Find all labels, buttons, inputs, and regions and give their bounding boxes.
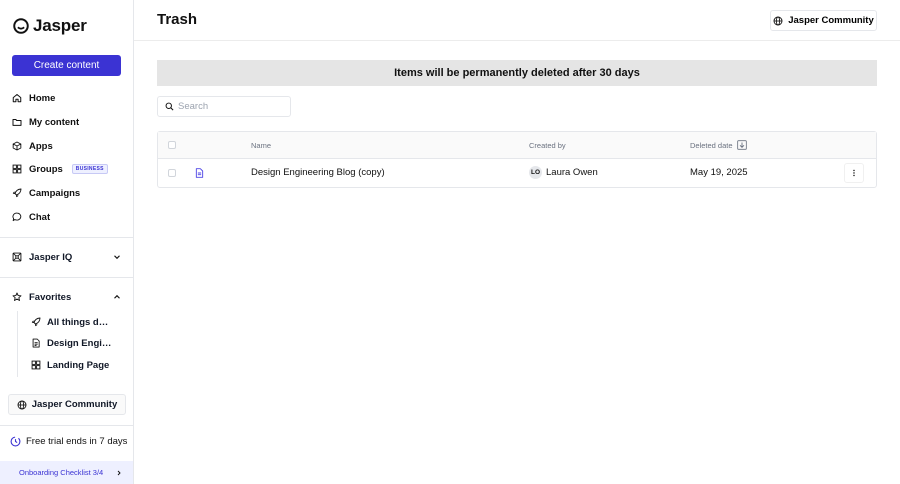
sidebar-item-label: Chat [29,211,51,223]
header-community-button[interactable]: Jasper Community [770,10,877,31]
rocket-icon [12,188,22,198]
favorites-tree-line [17,311,18,377]
sidebar-item-label: My content [29,116,80,128]
sidebar-item-label: Apps [29,140,53,152]
community-label: Jasper Community [788,15,874,26]
sidebar-item-apps[interactable]: Apps [12,138,53,154]
trial-text: Free trial ends in 7 days [26,436,128,447]
onboarding-checklist[interactable]: Onboarding Checklist 3/4 [0,461,133,484]
search-input[interactable] [178,101,278,112]
table-row[interactable]: Design Engineering Blog (copy) LO Laura … [158,159,876,187]
search-box[interactable] [157,96,291,117]
clock-icon [10,436,21,447]
more-vertical-icon [853,169,855,177]
onboarding-text: Onboarding Checklist 3/4 [19,468,104,477]
cube-icon [12,141,22,151]
row-checkbox[interactable] [168,169,176,177]
created-by-name: Laura Owen [546,167,598,178]
sidebar-divider [0,425,133,426]
community-label: Jasper Community [31,399,118,410]
sidebar-divider [0,277,133,278]
sidebar-community-button[interactable]: Jasper Community [8,394,126,415]
row-created-by: LO Laura Owen [529,166,598,179]
sidebar-item-jasper-iq[interactable]: Jasper IQ [12,249,122,265]
row-more-options-button[interactable] [844,163,864,183]
sidebar: Jasper Create content Home My content Ap… [0,0,134,484]
row-name[interactable]: Design Engineering Blog (copy) [251,167,385,178]
trash-table: Name Created by Deleted date Design Engi… [157,131,877,188]
free-trial-notice[interactable]: Free trial ends in 7 days [10,436,127,447]
favorite-item-all-things-design[interactable]: All things design [31,314,113,330]
search-icon [165,102,174,111]
chevron-up-icon [114,294,120,299]
sidebar-item-favorites[interactable]: Favorites [12,289,122,305]
globe-icon [773,16,783,25]
favorite-item-label: Landing Page [47,359,110,371]
star-icon [12,292,22,301]
business-badge: BUSINESS [71,164,108,174]
sidebar-item-campaigns[interactable]: Campaigns [12,185,80,201]
sidebar-item-label: Groups [29,163,63,175]
sort-descending-icon[interactable] [736,140,747,150]
column-header-created-by[interactable]: Created by [529,141,566,150]
grid-icon [31,360,41,370]
document-icon [195,168,204,178]
sidebar-item-label: Home [29,92,56,104]
favorite-item-label: Design Engineering [47,337,113,349]
home-icon [12,94,22,103]
favorite-item-label: All things design [47,316,113,328]
sidebar-item-home[interactable]: Home [12,90,55,106]
create-content-button[interactable]: Create content [12,55,121,76]
sidebar-item-label: Jasper IQ [29,251,73,263]
chevron-right-icon [117,470,121,475]
sidebar-item-groups[interactable]: Groups BUSINESS [12,161,108,177]
deletion-notice-banner: Items will be permanently deleted after … [157,60,877,86]
chevron-down-icon [114,255,120,260]
rocket-icon [31,317,41,327]
folder-icon [12,119,22,126]
sidebar-item-label: Campaigns [29,187,81,199]
iq-icon [12,252,22,262]
jasper-logo[interactable]: Jasper [12,16,87,36]
groups-icon [12,164,22,174]
page-header: Trash Jasper Community [134,0,900,41]
chat-icon [12,212,22,222]
sidebar-item-my-content[interactable]: My content [12,114,79,130]
banner-text: Items will be permanently deleted after … [394,67,640,79]
column-header-deleted-date[interactable]: Deleted date [690,140,747,150]
select-all-checkbox[interactable] [168,141,176,149]
favorite-item-design-engineering[interactable]: Design Engineering [31,335,113,351]
favorite-item-landing-page[interactable]: Landing Page [31,357,113,373]
sidebar-divider [0,237,133,238]
sidebar-item-label: Favorites [29,291,72,303]
row-deleted-date: May 19, 2025 [690,167,748,178]
jasper-logo-icon [13,18,29,34]
logo-text: Jasper [33,16,87,35]
column-header-name[interactable]: Name [251,141,271,150]
avatar: LO [529,166,542,179]
document-icon [32,338,40,348]
sidebar-item-chat[interactable]: Chat [12,209,50,225]
globe-icon [17,400,27,409]
table-header: Name Created by Deleted date [158,132,876,159]
page-title: Trash [157,11,198,28]
